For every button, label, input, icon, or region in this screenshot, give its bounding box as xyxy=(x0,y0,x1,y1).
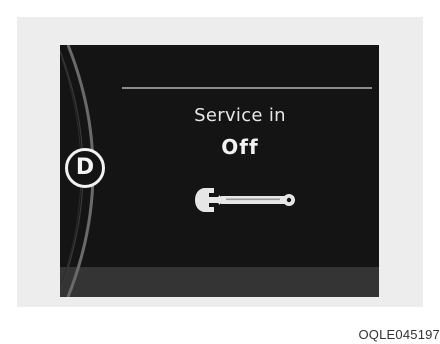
display-top-divider xyxy=(122,87,372,89)
service-value: Off xyxy=(221,135,259,159)
figure-code: OQLE045197 xyxy=(358,327,440,342)
gear-letter: D xyxy=(75,155,95,180)
cluster-display: D Service in Off xyxy=(60,45,379,297)
gear-indicator: D xyxy=(65,148,105,188)
service-label: Service in xyxy=(194,105,286,126)
page: D Service in Off OQLE045197 xyxy=(0,0,440,344)
wrench-icon xyxy=(195,188,295,212)
